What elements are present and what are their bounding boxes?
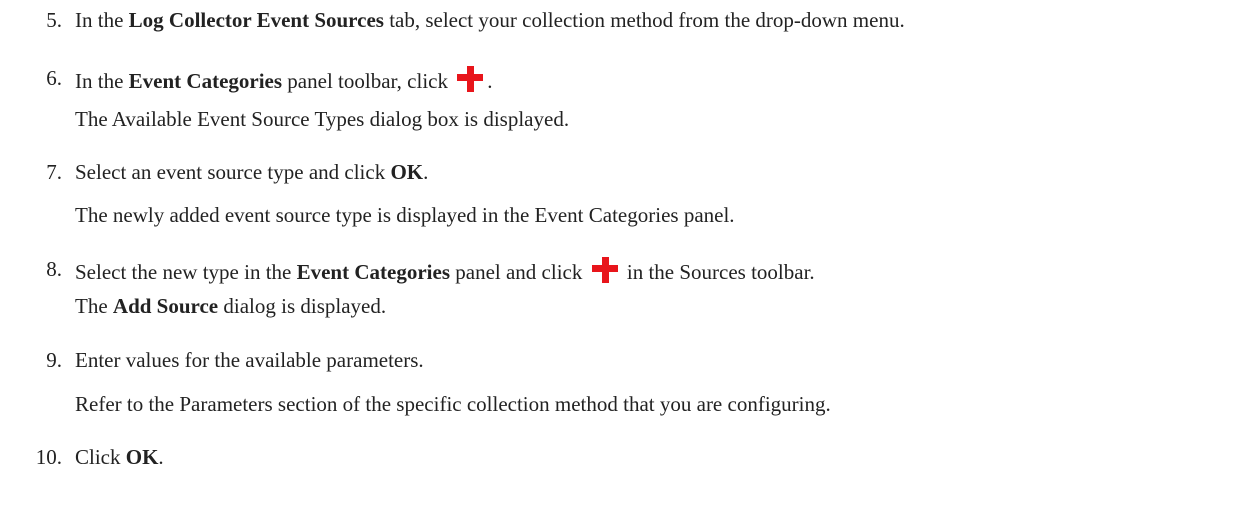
step-number: 10. bbox=[35, 445, 62, 469]
ui-term: Event Categories bbox=[296, 260, 450, 284]
step-text: In the Event Categories panel toolbar, c… bbox=[75, 66, 492, 93]
add-plus-icon bbox=[457, 66, 484, 92]
step-number: 9. bbox=[46, 348, 62, 372]
add-plus-icon bbox=[591, 257, 618, 283]
step-number: 5. bbox=[46, 8, 62, 32]
step-text: In the Log Collector Event Sources tab, … bbox=[75, 8, 905, 32]
step-number: 7. bbox=[46, 160, 62, 184]
step-text: Select an event source type and click OK… bbox=[75, 160, 429, 184]
ui-term: Event Categories bbox=[128, 69, 283, 93]
step-text: Enter values for the available parameter… bbox=[75, 348, 424, 372]
step-7-note: The newly added event source type is dis… bbox=[75, 203, 735, 227]
step-text: Select the new type in the Event Categor… bbox=[75, 257, 815, 284]
step-8-note: The Add Source dialog is displayed. bbox=[75, 294, 387, 318]
ui-term: Add Source bbox=[112, 294, 219, 318]
step-text: Click OK. bbox=[75, 445, 164, 469]
step-number: 6. bbox=[46, 66, 62, 90]
step-9-note: Refer to the Parameters section of the s… bbox=[75, 392, 831, 416]
ui-term: OK bbox=[390, 160, 424, 184]
step-number: 8. bbox=[46, 257, 62, 281]
ui-term: OK bbox=[125, 445, 159, 469]
step-6-note: The Available Event Source Types dialog … bbox=[75, 107, 570, 131]
ui-term: Log Collector Event Sources bbox=[128, 8, 384, 32]
